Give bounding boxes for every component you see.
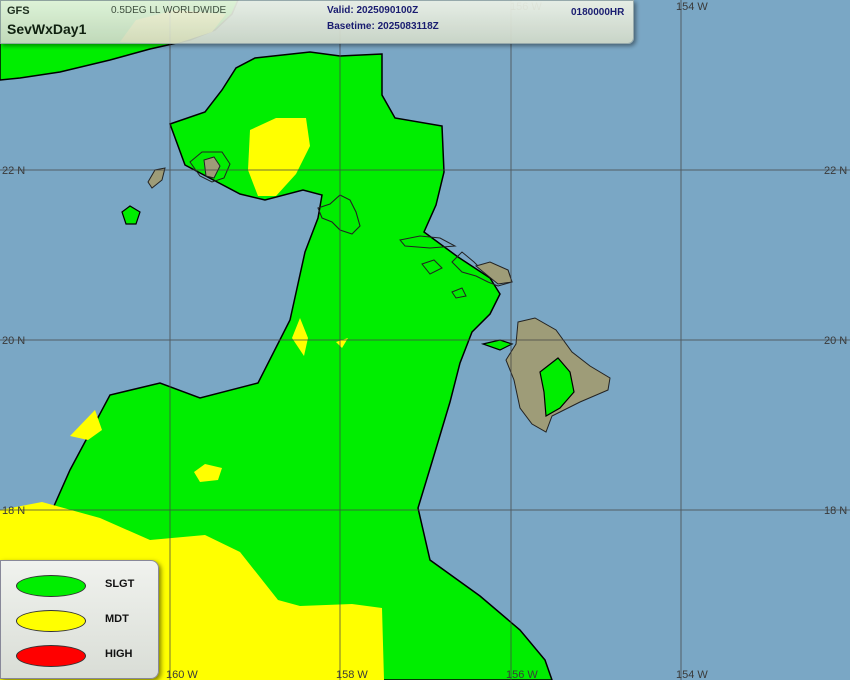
legend-label-mdt: MDT	[105, 613, 129, 625]
map-legend: SLGT MDT HIGH	[0, 560, 159, 679]
lat-label-22-left: 22 N	[2, 165, 25, 177]
lat-label-22-right: 22 N	[824, 165, 847, 177]
lat-label-18-right: 18 N	[824, 505, 847, 517]
legend-label-slgt: SLGT	[105, 578, 135, 590]
map-header: GFS SevWxDay1 0.5DEG LL WORLDWIDE Valid:…	[0, 0, 634, 44]
lon-label-154-bottom: 154 W	[676, 669, 708, 680]
legend-swatch-slgt	[16, 575, 86, 597]
lon-label-154-top: 154 W	[676, 1, 708, 13]
legend-item-slgt: SLGT	[1, 570, 158, 600]
legend-item-mdt: MDT	[1, 605, 158, 635]
legend-swatch-mdt	[16, 610, 86, 632]
product-name: SevWxDay1	[7, 21, 87, 37]
legend-item-high: HIGH	[1, 640, 158, 670]
lon-label-160-bottom: 160 W	[166, 669, 198, 680]
lon-label-158-bottom: 158 W	[336, 669, 368, 680]
grid-resolution: 0.5DEG LL WORLDWIDE	[111, 5, 227, 16]
model-name: GFS	[7, 5, 30, 17]
forecast-hour: 0180000HR	[571, 7, 625, 18]
lat-label-18-left: 18 N	[2, 505, 25, 517]
valid-time: Valid: 2025090100Z	[327, 5, 419, 16]
lat-label-20-left: 20 N	[2, 335, 25, 347]
legend-swatch-high	[16, 645, 86, 667]
lat-label-20-right: 20 N	[824, 335, 847, 347]
legend-label-high: HIGH	[105, 648, 133, 660]
base-time: Basetime: 2025083118Z	[327, 21, 439, 32]
lon-label-156-bottom: 156 W	[506, 669, 538, 680]
